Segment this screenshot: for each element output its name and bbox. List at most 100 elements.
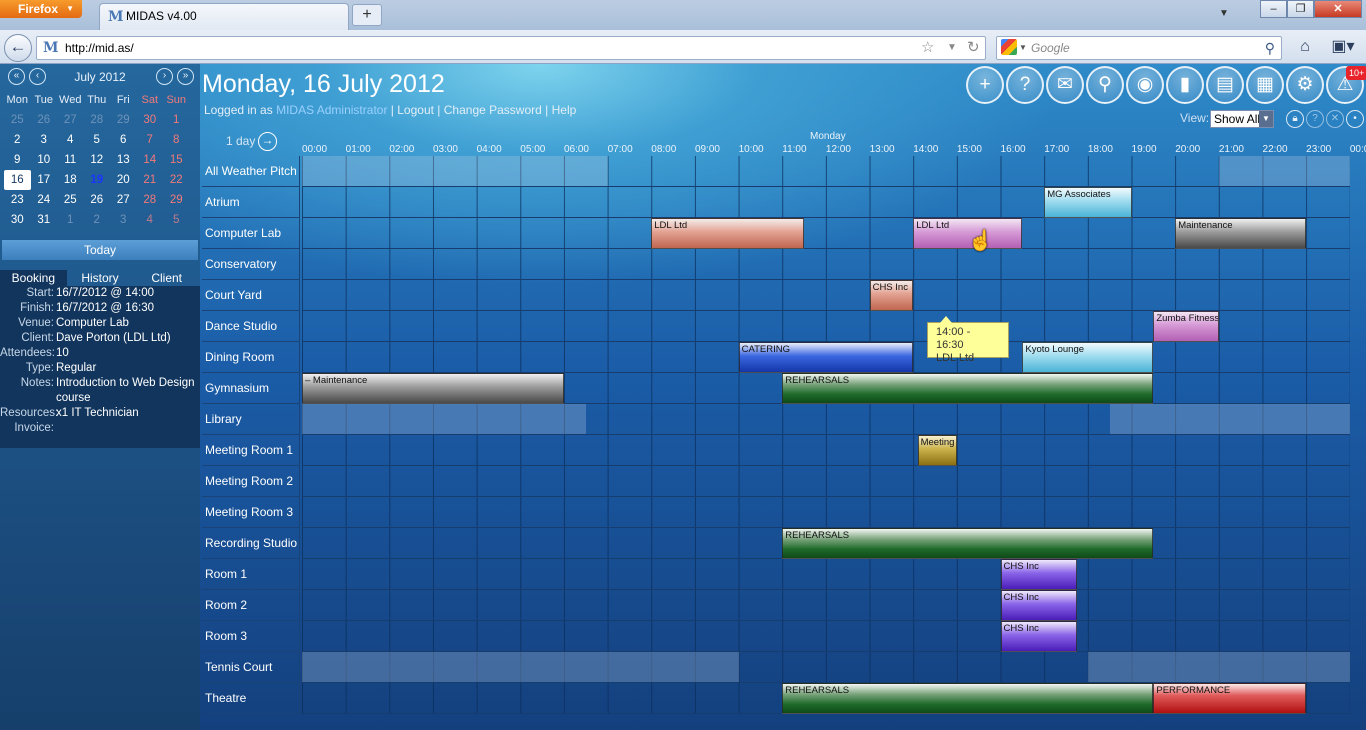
calendar-day[interactable]: 30	[137, 110, 164, 130]
booking-block[interactable]: CHS Inc	[1000, 559, 1077, 590]
calendar-day[interactable]: 19	[84, 170, 111, 190]
calendar-day[interactable]: 2	[4, 130, 31, 150]
reload-icon[interactable]: ↻	[967, 37, 980, 59]
calendar-day[interactable]: 22	[163, 170, 190, 190]
venue-timeline[interactable]: LDL Ltd LDL Ltd Maintenance	[302, 218, 1350, 249]
calendar-day[interactable]: 6	[110, 130, 137, 150]
calendar-day[interactable]: 29	[163, 190, 190, 210]
reports-icon[interactable]: ▮	[1166, 66, 1204, 104]
search-icon[interactable]: ⚲	[1086, 66, 1124, 104]
calendar-day[interactable]: 1	[57, 210, 84, 230]
google-engine-icon[interactable]	[1001, 39, 1017, 55]
venue-timeline[interactable]	[302, 497, 1350, 528]
calendar-day[interactable]: 23	[4, 190, 31, 210]
help-icon[interactable]: ?	[1006, 66, 1044, 104]
venue-label[interactable]: Meeting Room 1	[202, 435, 300, 466]
venue-label[interactable]: Recording Studio	[202, 528, 300, 559]
calendar-day[interactable]: 26	[31, 110, 58, 130]
venue-timeline[interactable]: Meeting	[302, 435, 1350, 466]
change-password-link[interactable]: Change Password	[444, 103, 542, 117]
booking-block[interactable]: Meeting	[917, 435, 957, 466]
browser-tab[interactable]: M MIDAS v4.00	[99, 3, 349, 30]
venue-timeline[interactable]	[302, 466, 1350, 497]
booking-block[interactable]: CHS Inc	[1000, 621, 1077, 652]
calendar-day[interactable]: 18	[57, 170, 84, 190]
calendar-day[interactable]: 1	[163, 110, 190, 130]
venue-timeline[interactable]: CHS Inc	[302, 621, 1350, 652]
history-dropdown-icon[interactable]: ▼	[947, 37, 957, 59]
venue-label[interactable]: Dining Room	[202, 342, 300, 373]
calendar-day[interactable]: 30	[4, 210, 31, 230]
calendar-day[interactable]: 28	[137, 190, 164, 210]
venue-label[interactable]: Room 3	[202, 621, 300, 652]
venue-label[interactable]: Atrium	[202, 187, 300, 218]
calendar-day[interactable]: 7	[137, 130, 164, 150]
addons-icon[interactable]: ▣▾	[1326, 35, 1360, 59]
venue-label[interactable]: Dance Studio	[202, 311, 300, 342]
close-icon[interactable]: ✕	[1326, 110, 1344, 128]
search-bar[interactable]: ▼ Google ⚲	[996, 36, 1282, 60]
today-button[interactable]: Today	[2, 240, 198, 260]
settings-icon[interactable]: ⚙	[1286, 66, 1324, 104]
venue-timeline[interactable]: REHEARSALS PERFORMANCE	[302, 683, 1350, 714]
venue-timeline[interactable]: CATERING Kyoto Lounge	[302, 342, 1350, 373]
venue-timeline[interactable]	[302, 249, 1350, 280]
calendar-day[interactable]: 25	[57, 190, 84, 210]
target-icon[interactable]: •	[1346, 110, 1364, 128]
calculator-icon[interactable]: ▦	[1246, 66, 1284, 104]
venue-timeline[interactable]: CHS Inc	[302, 559, 1350, 590]
view-select[interactable]: Show All ▼	[1210, 110, 1274, 128]
venue-label[interactable]: Gymnasium	[202, 373, 300, 404]
calendar-day[interactable]: 4	[57, 130, 84, 150]
venue-timeline[interactable]: CHS Inc	[302, 590, 1350, 621]
home-icon[interactable]: ⌂	[1291, 35, 1319, 59]
calendar-day[interactable]: 8	[163, 130, 190, 150]
calendar-day[interactable]: 11	[57, 150, 84, 170]
user-name-link[interactable]: MIDAS Administrator	[276, 103, 387, 117]
calendar-day[interactable]: 24	[31, 190, 58, 210]
logout-link[interactable]: Logout	[397, 103, 434, 117]
venue-label[interactable]: Tennis Court	[202, 652, 300, 683]
venue-timeline[interactable]	[302, 156, 1350, 187]
venue-timeline[interactable]: MG Associates	[302, 187, 1350, 218]
calendar-day[interactable]: 26	[84, 190, 111, 210]
booking-block[interactable]: LDL Ltd	[651, 218, 805, 249]
venue-label[interactable]: Computer Lab	[202, 218, 300, 249]
booking-block[interactable]: REHEARSALS	[782, 683, 1154, 714]
bookmark-star-icon[interactable]: ☆	[921, 37, 934, 59]
booking-block[interactable]: MG Associates	[1044, 187, 1132, 218]
booking-block[interactable]: CHS Inc	[869, 280, 914, 311]
print-icon[interactable]: ▤	[1206, 66, 1244, 104]
venue-timeline[interactable]: REHEARSALS	[302, 528, 1350, 559]
close-window-button[interactable]: ✕	[1314, 0, 1362, 18]
venue-label[interactable]: Room 1	[202, 559, 300, 590]
calendar-day[interactable]: 28	[84, 110, 111, 130]
search-icon[interactable]: ⚲	[1265, 37, 1275, 59]
calendar-day[interactable]: 5	[84, 130, 111, 150]
venue-label[interactable]: Library	[202, 404, 300, 435]
booking-block[interactable]: – Maintenance	[302, 373, 564, 404]
calendar-day[interactable]: 29	[110, 110, 137, 130]
calendar-day[interactable]: 20	[110, 170, 137, 190]
calendar-day[interactable]: 21	[137, 170, 164, 190]
venue-label[interactable]: Meeting Room 3	[202, 497, 300, 528]
calendar-day[interactable]: 9	[4, 150, 31, 170]
lock-icon[interactable]: 🔒︎	[1286, 110, 1304, 128]
info-icon[interactable]: ?	[1306, 110, 1324, 128]
mail-icon[interactable]: ✉	[1046, 66, 1084, 104]
venue-timeline[interactable]	[302, 652, 1350, 683]
calendar-day[interactable]: 4	[137, 210, 164, 230]
calendar-day[interactable]: 5	[163, 210, 190, 230]
go-arrow-icon[interactable]: →	[258, 132, 277, 151]
next-year-icon[interactable]: »	[177, 68, 194, 85]
firefox-menu-button[interactable]: Firefox ▼	[0, 0, 82, 18]
booking-block[interactable]: CATERING	[738, 342, 914, 373]
calendar-day[interactable]: 13	[110, 150, 137, 170]
venue-timeline[interactable]: – Maintenance REHEARSALS	[302, 373, 1350, 404]
venue-label[interactable]: Meeting Room 2	[202, 466, 300, 497]
calendar-day[interactable]: 15	[163, 150, 190, 170]
booking-block[interactable]: Kyoto Lounge	[1022, 342, 1154, 373]
calendar-day[interactable]: 27	[110, 190, 137, 210]
calendar-day[interactable]: 27	[57, 110, 84, 130]
venue-label[interactable]: All Weather Pitch	[202, 156, 300, 187]
